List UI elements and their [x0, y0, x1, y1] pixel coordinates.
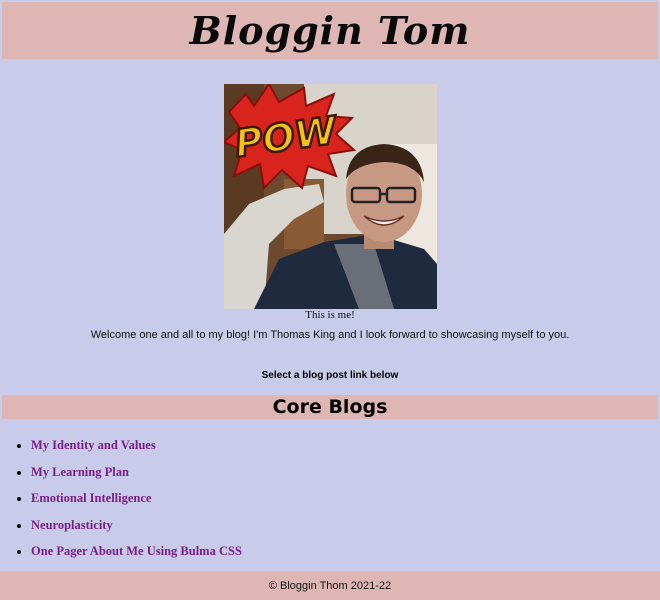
core-blogs-header: Core Blogs [2, 395, 658, 419]
list-item: One Pager About Me Using Bulma CSS [31, 538, 242, 565]
list-item: My Identity and Values [31, 432, 242, 459]
list-item: Emotional Intelligence [31, 485, 242, 512]
blog-link-one-pager-bulma[interactable]: One Pager About Me Using Bulma CSS [31, 544, 242, 558]
list-item: My Learning Plan [31, 459, 242, 486]
profile-photo: POW [224, 84, 437, 309]
site-header: Bloggin Tom [2, 2, 658, 59]
copyright-text: © Bloggin Thom 2021-22 [268, 579, 392, 592]
blog-link-learning-plan[interactable]: My Learning Plan [31, 465, 129, 479]
list-item: Neuroplasticity [31, 512, 242, 539]
blog-link-neuroplasticity[interactable]: Neuroplasticity [31, 518, 113, 532]
site-title: Bloggin Tom [189, 8, 471, 53]
select-post-prompt: Select a blog post link below [261, 370, 399, 381]
section-title: Core Blogs [272, 396, 388, 418]
welcome-message: Welcome one and all to my blog! I'm Thom… [90, 329, 570, 341]
blog-link-list: My Identity and Values My Learning Plan … [0, 432, 242, 565]
photo-caption: This is me! [305, 309, 355, 321]
site-footer: © Bloggin Thom 2021-22 [0, 571, 660, 600]
blog-link-identity-values[interactable]: My Identity and Values [31, 438, 156, 452]
blog-link-emotional-intelligence[interactable]: Emotional Intelligence [31, 491, 151, 505]
